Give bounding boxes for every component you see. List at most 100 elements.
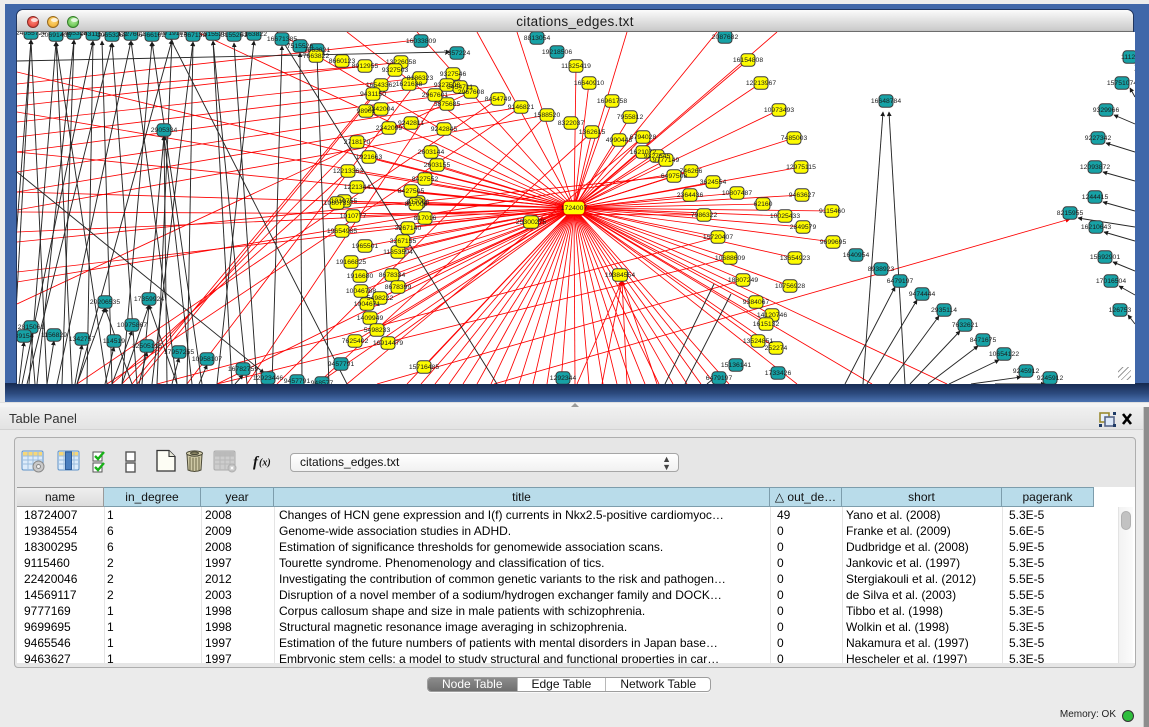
svg-text:9227342: 9227342 bbox=[1085, 135, 1112, 142]
svg-text:1640954: 1640954 bbox=[843, 252, 870, 259]
svg-text:114519: 114519 bbox=[103, 338, 125, 345]
svg-text:9777149: 9777149 bbox=[653, 157, 680, 164]
svg-text:5498233: 5498233 bbox=[364, 327, 391, 334]
svg-text:1921663: 1921663 bbox=[356, 154, 383, 161]
svg-text:19166825: 19166825 bbox=[336, 259, 366, 266]
svg-text:8471675: 8471675 bbox=[970, 337, 997, 344]
svg-text:16914479: 16914479 bbox=[373, 340, 403, 347]
svg-text:9474444: 9474444 bbox=[909, 291, 936, 298]
svg-text:17016504: 17016504 bbox=[1096, 278, 1126, 285]
svg-text:13654923: 13654923 bbox=[780, 255, 810, 262]
svg-text:3875685: 3875685 bbox=[434, 101, 461, 108]
svg-text:2849579: 2849579 bbox=[790, 224, 817, 231]
svg-text:98901: 98901 bbox=[357, 108, 376, 115]
svg-text:10046788: 10046788 bbox=[346, 288, 376, 295]
svg-text:12505135: 12505135 bbox=[132, 343, 162, 350]
svg-text:1733426: 1733426 bbox=[765, 370, 792, 377]
svg-text:25300275: 25300275 bbox=[516, 219, 546, 226]
svg-text:39154: 39154 bbox=[17, 333, 34, 340]
svg-text:1292344: 1292344 bbox=[550, 375, 577, 382]
svg-text:10973493: 10973493 bbox=[764, 107, 794, 114]
svg-text:10756928: 10756928 bbox=[775, 283, 805, 290]
svg-text:2603155: 2603155 bbox=[424, 162, 451, 169]
svg-text:14120746: 14120746 bbox=[757, 312, 787, 319]
svg-text:2905334: 2905334 bbox=[151, 127, 178, 134]
svg-text:3267140: 3267140 bbox=[395, 225, 422, 232]
svg-text:2815061: 2815061 bbox=[18, 324, 45, 331]
svg-text:7632621: 7632621 bbox=[952, 322, 979, 329]
svg-text:17359924: 17359924 bbox=[134, 296, 164, 303]
svg-text:10688609: 10688609 bbox=[715, 255, 745, 262]
svg-text:3267155: 3267155 bbox=[390, 238, 417, 245]
svg-text:16671385: 16671385 bbox=[267, 36, 297, 43]
svg-text:9463627: 9463627 bbox=[789, 192, 816, 199]
svg-text:62160: 62160 bbox=[754, 201, 773, 208]
svg-text:2967601: 2967601 bbox=[422, 92, 449, 99]
svg-text:1615132: 1615132 bbox=[753, 321, 780, 328]
svg-text:19218506: 19218506 bbox=[542, 49, 572, 56]
svg-text:15720407: 15720407 bbox=[703, 234, 733, 241]
svg-text:8215955: 8215955 bbox=[1057, 210, 1084, 217]
svg-text:16648784: 16648784 bbox=[871, 98, 901, 105]
svg-text:10654122: 10654122 bbox=[989, 351, 1019, 358]
svg-text:17957255: 17957255 bbox=[164, 349, 194, 356]
svg-text:9329966: 9329966 bbox=[1093, 107, 1120, 114]
svg-text:8427552: 8427552 bbox=[412, 176, 439, 183]
svg-text:8912955: 8912955 bbox=[352, 63, 379, 70]
svg-text:15692901: 15692901 bbox=[1090, 254, 1120, 261]
svg-text:8322037: 8322037 bbox=[558, 120, 585, 127]
svg-text:2087682: 2087682 bbox=[712, 34, 739, 41]
svg-text:(x): (x) bbox=[259, 458, 271, 469]
svg-text:1588520: 1588520 bbox=[534, 112, 561, 119]
svg-text:1080733: 1080733 bbox=[324, 200, 351, 207]
svg-text:9327546: 9327546 bbox=[440, 71, 467, 78]
svg-text:9457791: 9457791 bbox=[284, 378, 311, 384]
svg-text:817006: 817006 bbox=[405, 201, 428, 208]
svg-text:16961758: 16961758 bbox=[597, 98, 627, 105]
svg-text:2364436: 2364436 bbox=[677, 192, 704, 199]
svg-text:2603144: 2603144 bbox=[418, 149, 445, 156]
svg-text:16543362: 16543362 bbox=[366, 82, 396, 89]
svg-text:10807487: 10807487 bbox=[722, 190, 752, 197]
svg-text:19654985: 19654985 bbox=[327, 228, 357, 235]
svg-text:6479197: 6479197 bbox=[887, 278, 914, 285]
svg-text:8454711: 8454711 bbox=[447, 84, 473, 91]
svg-text:6794028: 6794028 bbox=[630, 134, 657, 141]
svg-text:9242845: 9242845 bbox=[431, 126, 458, 133]
svg-text:16782759: 16782759 bbox=[228, 366, 258, 373]
svg-text:8678399: 8678399 bbox=[385, 284, 412, 291]
svg-text:4990448: 4990448 bbox=[606, 137, 633, 144]
svg-text:10975867: 10975867 bbox=[117, 322, 147, 329]
svg-text:9327503: 9327503 bbox=[382, 67, 409, 74]
svg-text:948577: 948577 bbox=[311, 380, 334, 384]
svg-text:9146821: 9146821 bbox=[508, 104, 535, 111]
svg-text:9242811: 9242811 bbox=[398, 120, 424, 127]
svg-text:3624554: 3624554 bbox=[700, 179, 727, 186]
svg-text:12923446: 12923446 bbox=[253, 375, 283, 382]
svg-text:12975115: 12975115 bbox=[786, 164, 816, 171]
svg-text:9245912: 9245912 bbox=[1013, 368, 1040, 375]
svg-text:13226058: 13226058 bbox=[386, 59, 416, 66]
svg-text:8938923: 8938923 bbox=[868, 266, 895, 273]
svg-text:9384067: 9384067 bbox=[743, 299, 770, 306]
svg-text:11123: 11123 bbox=[1121, 54, 1135, 61]
svg-text:16210643: 16210643 bbox=[1081, 224, 1111, 231]
svg-text:1916680: 1916680 bbox=[347, 273, 374, 280]
svg-text:15136141: 15136141 bbox=[721, 362, 751, 369]
svg-text:11353594: 11353594 bbox=[383, 249, 413, 256]
svg-text:8678334: 8678334 bbox=[379, 272, 406, 279]
svg-text:9699695: 9699695 bbox=[820, 239, 847, 246]
svg-text:12093872: 12093872 bbox=[1080, 164, 1110, 171]
svg-text:817016: 817016 bbox=[414, 215, 437, 222]
svg-text:10958107: 10958107 bbox=[192, 356, 222, 363]
svg-text:1004671: 1004671 bbox=[354, 301, 381, 308]
svg-text:7955812: 7955812 bbox=[617, 114, 644, 121]
svg-text:2718170: 2718170 bbox=[344, 139, 371, 146]
svg-text:15716485: 15716485 bbox=[409, 364, 439, 371]
svg-text:16154808: 16154808 bbox=[733, 57, 763, 64]
svg-text:746266: 746266 bbox=[680, 168, 703, 175]
svg-text:16033809: 16033809 bbox=[406, 38, 436, 45]
svg-text:6479197: 6479197 bbox=[706, 375, 733, 382]
svg-text:15751074: 15751074 bbox=[1107, 80, 1135, 87]
svg-text:12213363: 12213363 bbox=[333, 168, 363, 175]
